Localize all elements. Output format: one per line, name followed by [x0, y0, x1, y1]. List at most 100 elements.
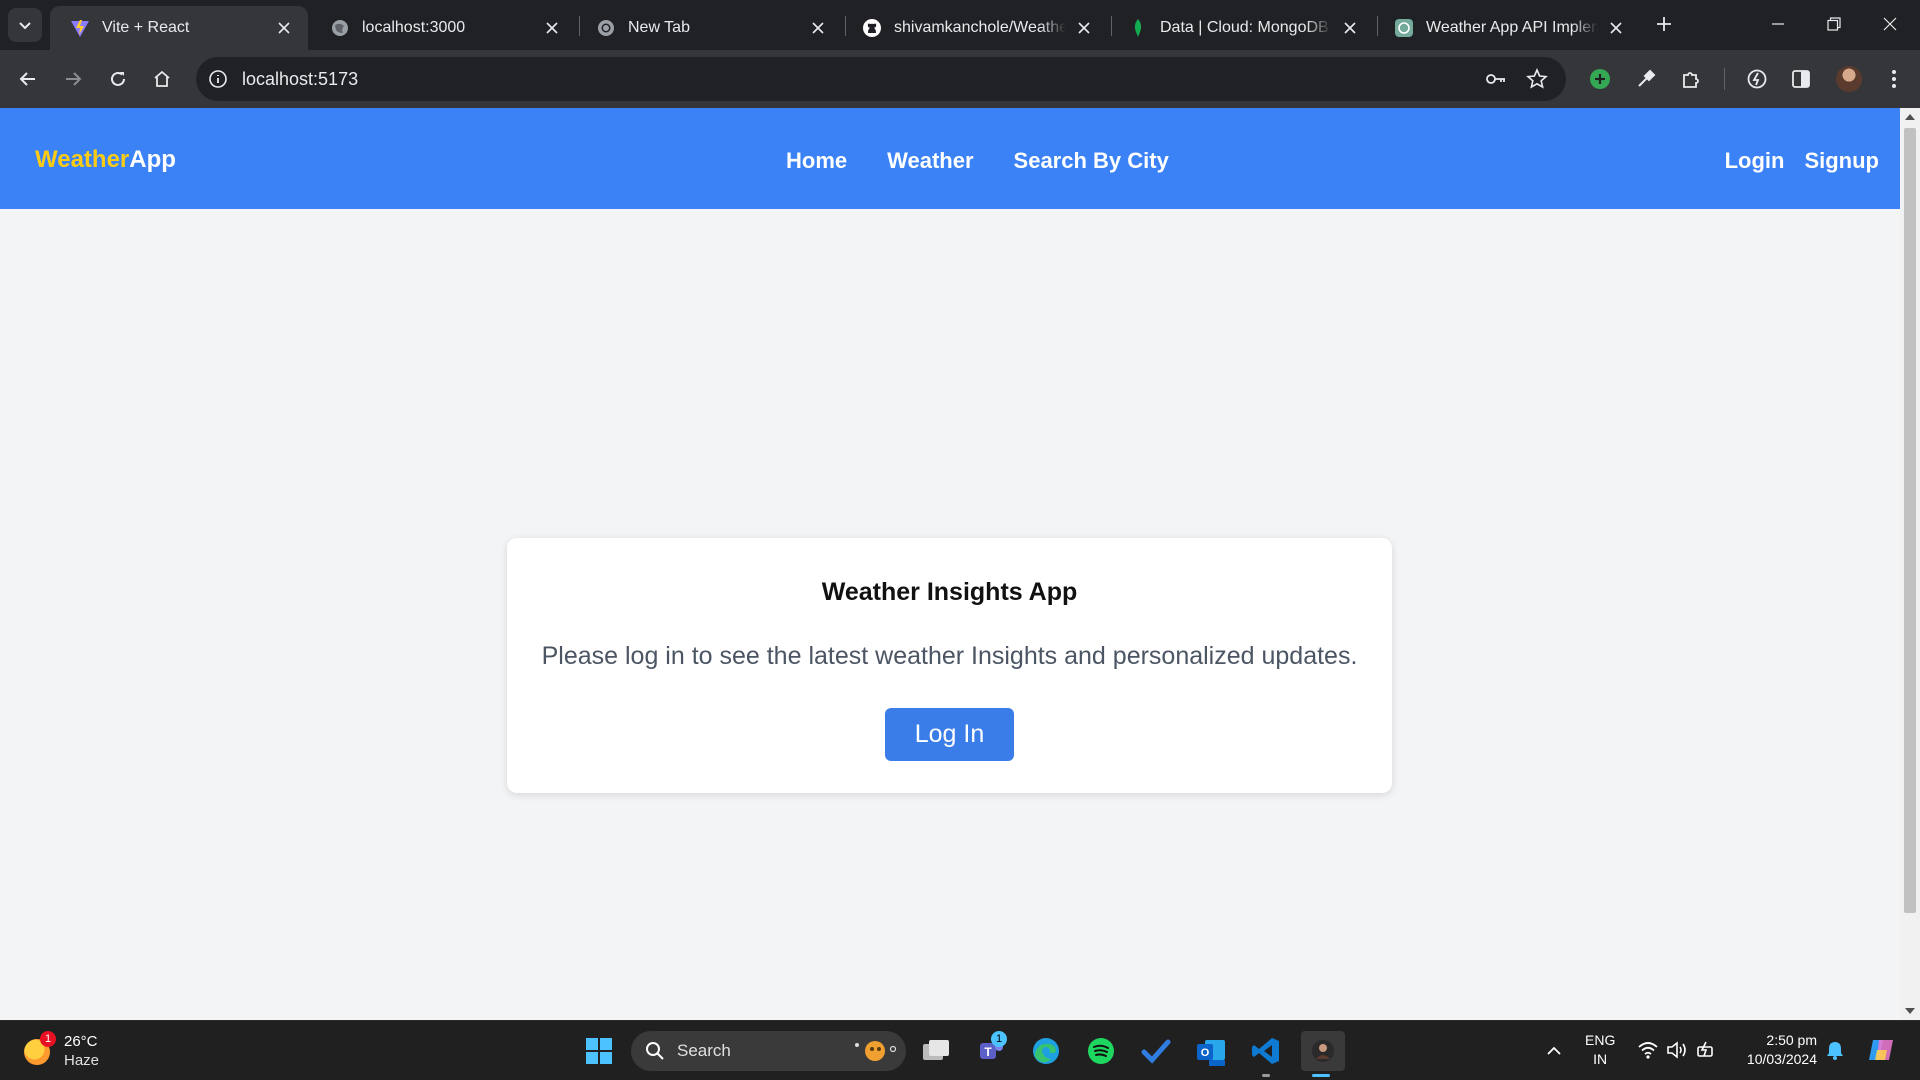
browser-tab-vite-react[interactable]: Vite + React [50, 6, 308, 50]
minimize-button[interactable] [1750, 0, 1806, 48]
forward-button[interactable] [55, 61, 91, 97]
running-indicator [1262, 1074, 1270, 1077]
vscode-icon [1252, 1038, 1279, 1064]
chevron-up-icon[interactable] [1544, 1041, 1564, 1061]
page-scrollbar[interactable] [1900, 108, 1920, 1020]
edge-icon [1033, 1038, 1059, 1064]
close-window-button[interactable] [1862, 0, 1918, 48]
checkmark-icon [1141, 1039, 1171, 1064]
vscode-button[interactable] [1246, 1031, 1286, 1077]
scrollbar-thumb[interactable] [1904, 128, 1916, 913]
system-clock[interactable]: 2:50 pm 10/03/2024 [1735, 1031, 1817, 1069]
region-code: IN [1593, 1051, 1608, 1067]
close-icon[interactable] [1074, 18, 1094, 38]
key-icon[interactable] [1483, 66, 1509, 92]
brand-weather: Weather [35, 146, 130, 173]
log-in-button[interactable]: Log In [885, 708, 1014, 761]
weather-widget[interactable]: 1 26°C Haze [20, 1029, 110, 1073]
tab-title: localhost:3000 [362, 19, 466, 36]
weather-condition: Haze [64, 1052, 100, 1069]
teams-badge: 1 [991, 1031, 1007, 1047]
outlook-icon: O [1197, 1040, 1225, 1066]
browser-tab-new-tab[interactable]: New Tab [576, 6, 842, 50]
scroll-up-arrow-icon[interactable] [1905, 114, 1915, 120]
clock-time: 2:50 pm [1766, 1032, 1817, 1048]
side-panel-icon[interactable] [1787, 65, 1815, 93]
reload-button[interactable] [100, 61, 136, 97]
card-message: Please log in to see the latest weather … [541, 642, 1358, 670]
svg-text:O: O [1201, 1047, 1210, 1059]
extension-plus-icon[interactable] [1586, 65, 1614, 93]
tab-title: New Tab [628, 19, 690, 36]
wifi-icon[interactable] [1637, 1039, 1659, 1061]
brand-logo[interactable]: WeatherApp [35, 146, 176, 174]
search-highlight-icon [855, 1041, 897, 1061]
close-icon[interactable] [274, 18, 294, 38]
windows-taskbar: 1 26°C Haze Search T 1 O ENG IN 2:50 pm … [0, 1020, 1920, 1080]
card-title: Weather Insights App [821, 578, 1078, 606]
minimize-icon [1772, 23, 1784, 25]
browser-tab-github[interactable]: shivamkanchole/Weather_ [842, 6, 1108, 50]
extensions-puzzle-icon[interactable] [1677, 65, 1705, 93]
bookmark-star-icon[interactable] [1524, 66, 1550, 92]
back-button[interactable] [10, 61, 46, 97]
svg-text:T: T [984, 1045, 992, 1059]
arrow-left-icon [19, 72, 35, 86]
browser-tab-strip: Vite + React localhost:3000 New Tab shiv… [0, 0, 1920, 50]
notification-bell-icon[interactable] [1824, 1039, 1846, 1061]
tab-title: shivamkanchole/Weather_ [894, 19, 1066, 36]
outlook-button[interactable]: O [1191, 1031, 1231, 1071]
signup-link[interactable]: Signup [1804, 148, 1879, 174]
more-menu-icon[interactable] [1880, 65, 1908, 93]
new-tab-button[interactable] [1650, 10, 1678, 38]
browser-tab-chatgpt[interactable]: Weather App API Impleme [1374, 6, 1640, 50]
home-button[interactable] [144, 61, 180, 97]
tab-search-button[interactable] [8, 8, 42, 42]
teams-button[interactable]: T 1 [971, 1031, 1011, 1071]
globe-icon [330, 18, 350, 38]
copilot-icon[interactable] [1866, 1035, 1896, 1065]
taskbar-search[interactable]: Search [631, 1031, 906, 1071]
search-label: Search [677, 1041, 731, 1060]
nav-home-link[interactable]: Home [786, 148, 847, 174]
mongodb-leaf-icon [1128, 18, 1148, 38]
github-icon [862, 18, 882, 38]
brand-app: App [129, 146, 176, 173]
spotify-icon [1088, 1038, 1114, 1064]
eyedropper-icon[interactable] [1632, 65, 1660, 93]
toolbar-separator [1724, 68, 1725, 90]
chrome-taskbar-button[interactable] [1301, 1031, 1345, 1077]
profile-avatar[interactable] [1836, 66, 1862, 92]
home-icon [154, 70, 170, 87]
restore-icon [1827, 17, 1841, 31]
arrow-right-icon [66, 72, 82, 86]
volume-icon[interactable] [1666, 1039, 1688, 1061]
main-nav: Home Weather Search By City [786, 148, 1169, 174]
site-info-icon[interactable] [206, 67, 230, 91]
scroll-down-arrow-icon[interactable] [1905, 1008, 1915, 1014]
start-button[interactable] [579, 1031, 619, 1071]
performance-icon[interactable] [1743, 65, 1771, 93]
nav-weather-link[interactable]: Weather [887, 148, 973, 174]
browser-toolbar: localhost:5173 [0, 50, 1920, 108]
spotify-button[interactable] [1081, 1031, 1121, 1071]
close-icon[interactable] [1340, 18, 1360, 38]
chevron-down-icon [19, 22, 31, 30]
browser-tab-localhost-3000[interactable]: localhost:3000 [310, 6, 576, 50]
vite-icon [70, 18, 90, 38]
battery-charging-icon[interactable] [1696, 1039, 1718, 1061]
browser-tab-mongodb[interactable]: Data | Cloud: MongoDB Cl [1108, 6, 1374, 50]
close-icon[interactable] [808, 18, 828, 38]
tab-title: Data | Cloud: MongoDB Cl [1160, 19, 1332, 36]
todo-button[interactable] [1136, 1031, 1176, 1071]
restore-button[interactable] [1806, 0, 1862, 48]
login-link[interactable]: Login [1725, 148, 1785, 174]
login-prompt-card: Weather Insights App Please log in to se… [507, 538, 1392, 793]
close-icon[interactable] [1606, 18, 1626, 38]
input-language[interactable]: ENG IN [1585, 1031, 1615, 1069]
close-icon[interactable] [542, 18, 562, 38]
address-bar[interactable]: localhost:5173 [196, 57, 1566, 101]
task-view-button[interactable] [916, 1031, 956, 1071]
edge-button[interactable] [1026, 1031, 1066, 1071]
nav-search-by-city-link[interactable]: Search By City [1014, 148, 1169, 174]
